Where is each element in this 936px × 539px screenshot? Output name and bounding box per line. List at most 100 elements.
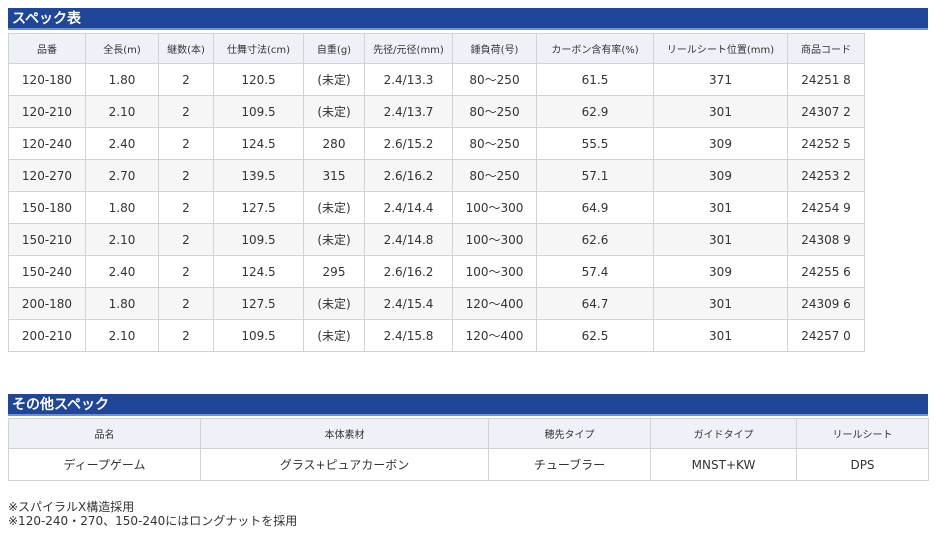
spec-cell: 2	[158, 191, 214, 224]
spec-cell: 24309 6	[787, 287, 865, 320]
spec-cell: 120-180	[8, 63, 86, 96]
spec-cell: 309	[653, 159, 788, 192]
spec-cell: 2.4/14.4	[364, 191, 453, 224]
spec-cell: 2	[158, 63, 214, 96]
header-reel-seat-position: リールシート位置(mm)	[653, 33, 788, 64]
spec-cell: 109.5	[213, 223, 304, 256]
spec-cell: 309	[653, 255, 788, 288]
spec-cell: (未定)	[303, 287, 365, 320]
header-product-name: 品名	[8, 418, 201, 449]
spec-cell: 2	[158, 319, 214, 352]
spec-cell: (未定)	[303, 223, 365, 256]
spec-cell: 61.5	[536, 63, 654, 96]
spec-cell: 150-180	[8, 191, 86, 224]
notes: ※スパイラルX構造採用 ※120-240・270、150-240にはロングナット…	[8, 500, 297, 528]
spec-header-row: 品番 全長(m) 継数(本) 仕舞寸法(cm) 自重(g) 先径/元径(mm) …	[8, 33, 865, 64]
spec-cell: 80〜250	[452, 127, 537, 160]
spec-cell: (未定)	[303, 95, 365, 128]
spec-cell: 2.70	[85, 159, 159, 192]
spec-cell: 120〜400	[452, 287, 537, 320]
spec-cell: 57.4	[536, 255, 654, 288]
spec-cell: 64.9	[536, 191, 654, 224]
spec-table-row: 150-240 2.40 2 124.5 295 2.6/16.2 100〜300 57.4 3…	[8, 255, 865, 288]
spec-cell: 301	[653, 287, 788, 320]
spec-cell: 124.5	[213, 127, 304, 160]
spec-cell: 150-240	[8, 255, 86, 288]
spec-cell: 24255 6	[787, 255, 865, 288]
spec-cell: 127.5	[213, 287, 304, 320]
spec-cell: 301	[653, 223, 788, 256]
other-spec-row: ディープゲーム グラス+ピュアカーボン チューブラー MNST+KW DPS	[8, 448, 929, 481]
spec-cell: 120-210	[8, 95, 86, 128]
header-weight: 自重(g)	[303, 33, 365, 64]
spec-cell: 2.4/13.7	[364, 95, 453, 128]
spec-cell: 24257 0	[787, 319, 865, 352]
spec-cell: 120〜400	[452, 319, 537, 352]
spec-cell: 24254 9	[787, 191, 865, 224]
spec-cell: 124.5	[213, 255, 304, 288]
spec-cell: 200-180	[8, 287, 86, 320]
spec-cell: (未定)	[303, 319, 365, 352]
spec-cell: 62.5	[536, 319, 654, 352]
other-section-title: その他スペック	[8, 394, 928, 416]
spec-cell: 301	[653, 319, 788, 352]
spec-cell: 24253 2	[787, 159, 865, 192]
product-name-cell: ディープゲーム	[8, 448, 201, 481]
header-sinker-load: 錘負荷(号)	[452, 33, 537, 64]
header-tip-butt-diameter: 先径/元径(mm)	[364, 33, 453, 64]
spec-table-row: 200-210 2.10 2 109.5 (未定) 2.4/15.8 120〜400 62.5…	[8, 319, 865, 352]
header-closed-length: 仕舞寸法(cm)	[213, 33, 304, 64]
spec-cell: 280	[303, 127, 365, 160]
spec-cell: 100〜300	[452, 255, 537, 288]
spec-cell: (未定)	[303, 63, 365, 96]
spec-cell: (未定)	[303, 191, 365, 224]
spec-cell: 80〜250	[452, 63, 537, 96]
spec-cell: 315	[303, 159, 365, 192]
spec-cell: 2.4/13.3	[364, 63, 453, 96]
spec-table-row: 120-180 1.80 2 120.5 (未定) 2.4/13.3 80〜250 61.5 3…	[8, 63, 865, 96]
spec-table-row: 150-210 2.10 2 109.5 (未定) 2.4/14.8 100〜300 62.6…	[8, 223, 865, 256]
spec-cell: 2.40	[85, 255, 159, 288]
note-spiral-x: ※スパイラルX構造採用	[8, 500, 135, 514]
spec-table-row: 150-180 1.80 2 127.5 (未定) 2.4/14.4 100〜300 64.9…	[8, 191, 865, 224]
spec-cell: 2.6/16.2	[364, 255, 453, 288]
spec-cell: 2	[158, 255, 214, 288]
spec-cell: 62.6	[536, 223, 654, 256]
other-header-row: 品名 本体素材 穂先タイプ ガイドタイプ リールシート	[8, 418, 929, 449]
guide-type-cell: MNST+KW	[650, 448, 797, 481]
spec-cell: 80〜250	[452, 159, 537, 192]
header-product-number: 品番	[8, 33, 86, 64]
spec-cell: 80〜250	[452, 95, 537, 128]
spec-table: 品番 全長(m) 継数(本) 仕舞寸法(cm) 自重(g) 先径/元径(mm) …	[8, 33, 865, 352]
spec-table-row: 120-240 2.40 2 124.5 280 2.6/15.2 80〜250 55.5 30…	[8, 127, 865, 160]
header-carbon-content: カーボン含有率(%)	[536, 33, 654, 64]
spec-table-row: 120-210 2.10 2 109.5 (未定) 2.4/13.7 80〜250 62.9 3…	[8, 95, 865, 128]
spec-cell: 120.5	[213, 63, 304, 96]
spec-table-row: 200-180 1.80 2 127.5 (未定) 2.4/15.4 120〜400 64.7…	[8, 287, 865, 320]
header-guide-type: ガイドタイプ	[650, 418, 797, 449]
header-body-material: 本体素材	[200, 418, 489, 449]
spec-cell: 2.4/14.8	[364, 223, 453, 256]
spec-cell: 2.40	[85, 127, 159, 160]
spec-cell: 62.9	[536, 95, 654, 128]
spec-table-row: 120-270 2.70 2 139.5 315 2.6/16.2 80〜250 57.1 30…	[8, 159, 865, 192]
header-tip-type: 穂先タイプ	[488, 418, 651, 449]
spec-cell: 109.5	[213, 95, 304, 128]
spec-cell: 2.4/15.8	[364, 319, 453, 352]
spec-cell: 100〜300	[452, 223, 537, 256]
spec-cell: 2.10	[85, 319, 159, 352]
spec-cell: 301	[653, 95, 788, 128]
spec-cell: 24307 2	[787, 95, 865, 128]
spec-cell: 24308 9	[787, 223, 865, 256]
tip-type-cell: チューブラー	[488, 448, 651, 481]
note-long-nut: ※120-240・270、150-240にはロングナットを採用	[8, 514, 298, 528]
body-material-cell: グラス+ピュアカーボン	[200, 448, 489, 481]
spec-cell: 2.10	[85, 95, 159, 128]
spec-cell: 1.80	[85, 191, 159, 224]
spec-cell: 2	[158, 127, 214, 160]
spec-cell: 371	[653, 63, 788, 96]
spec-cell: 2	[158, 223, 214, 256]
spec-cell: 200-210	[8, 319, 86, 352]
spec-cell: 2.6/16.2	[364, 159, 453, 192]
spec-cell: 127.5	[213, 191, 304, 224]
